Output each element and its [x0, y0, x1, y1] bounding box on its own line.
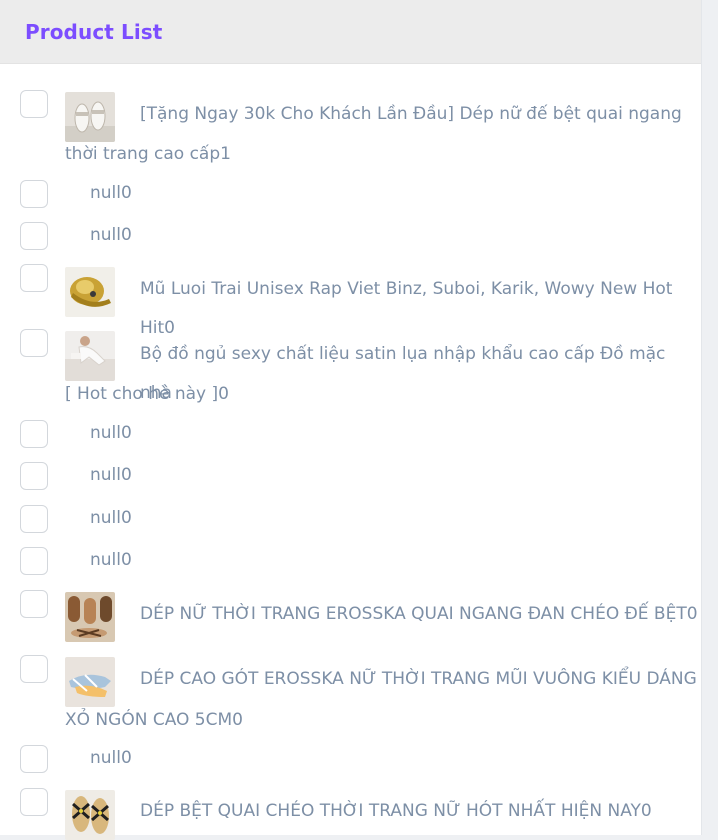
- item-checkbox[interactable]: [20, 90, 48, 118]
- item-checkbox[interactable]: [20, 745, 48, 773]
- item-checkbox[interactable]: [20, 788, 48, 816]
- product-thumbnail: [65, 92, 115, 142]
- item-checkbox[interactable]: [20, 420, 48, 448]
- item-checkbox[interactable]: [20, 180, 48, 208]
- product-name-continued: thời trang cao cấp1: [65, 144, 231, 164]
- item-checkbox[interactable]: [20, 222, 48, 250]
- product-name-continued: XỎ NGÓN CAO 5CM0: [65, 710, 243, 730]
- product-name: null0: [90, 423, 132, 443]
- product-thumbnail: [65, 331, 115, 381]
- item-checkbox[interactable]: [20, 505, 48, 533]
- product-thumbnail: [65, 790, 115, 840]
- product-name: null0: [90, 550, 132, 570]
- item-checkbox[interactable]: [20, 462, 48, 490]
- item-checkbox[interactable]: [20, 264, 48, 292]
- product-name-continued: [ Hot cho hè này ]0: [65, 384, 229, 404]
- panel-header: Product List: [0, 0, 701, 64]
- item-checkbox[interactable]: [20, 655, 48, 683]
- product-name: null0: [90, 183, 132, 203]
- product-name: null0: [90, 225, 132, 245]
- product-thumbnail: [65, 657, 115, 707]
- product-list-panel: Product List [Tặng Ngay 30k Cho Khách Lầ…: [0, 0, 702, 840]
- item-checkbox[interactable]: [20, 329, 48, 357]
- product-name: DÉP NỮ THỜI TRANG EROSSKA QUAI NGANG ĐAN…: [140, 604, 698, 624]
- product-name: DÉP BỆT QUAI CHÉO THỜI TRANG NỮ HÓT NHẤT…: [140, 801, 652, 821]
- product-name: null0: [90, 465, 132, 485]
- product-name: null0: [90, 748, 132, 768]
- item-checkbox[interactable]: [20, 547, 48, 575]
- item-checkbox[interactable]: [20, 590, 48, 618]
- product-thumbnail: [65, 267, 115, 317]
- product-name: [Tặng Ngay 30k Cho Khách Lần Đầu] Dép nữ…: [140, 104, 682, 124]
- product-name: DÉP CAO GÓT EROSSKA NỮ THỜI TRANG MŨI VU…: [140, 669, 697, 689]
- panel-title: Product List: [25, 19, 163, 44]
- product-thumbnail: [65, 592, 115, 642]
- product-name: null0: [90, 508, 132, 528]
